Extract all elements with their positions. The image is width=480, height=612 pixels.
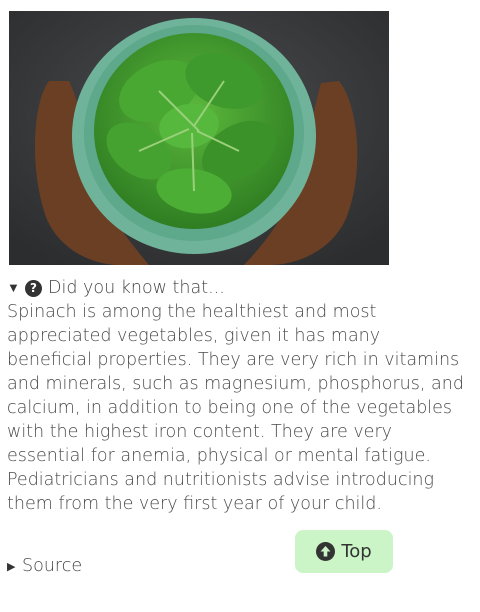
back-to-top-button[interactable]: Top (295, 530, 393, 573)
top-label: Top (341, 541, 372, 562)
collapsed-triangle-icon: ▶ (7, 559, 16, 573)
spinach-bowl-image (9, 11, 389, 265)
arrow-up-circle-icon (316, 542, 336, 561)
did-you-know-label: Did you know that... (48, 278, 225, 298)
source-summary[interactable]: ▶ Source (7, 556, 82, 576)
question-circle-icon: ? (25, 279, 42, 297)
spinach-fact-text: Spinach is among the healthiest and most… (7, 302, 464, 514)
expand-triangle-icon: ▼ (7, 281, 20, 296)
did-you-know-summary[interactable]: ▼ ? Did you know that... (7, 276, 467, 300)
source-label: Source (22, 556, 83, 576)
did-you-know-details: ▼ ? Did you know that... Spinach is amon… (7, 276, 467, 516)
